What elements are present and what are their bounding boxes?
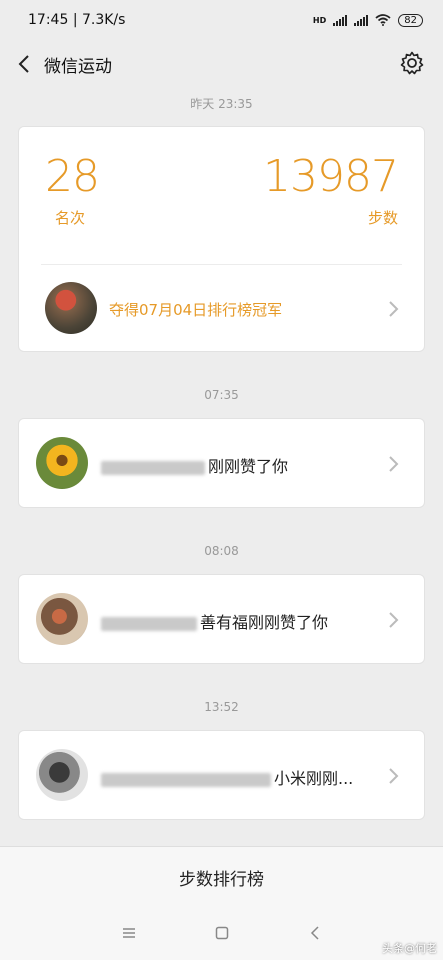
timestamp-like-1: 07:35	[204, 388, 239, 402]
watermark: 头条@何老	[382, 942, 437, 955]
battery-icon: 82	[398, 13, 423, 27]
signal-icon-2	[354, 14, 369, 26]
back-arrow-icon	[18, 55, 29, 73]
like-card-2[interactable]: 善有福刚刚赞了你	[18, 574, 425, 664]
home-icon[interactable]	[215, 926, 229, 940]
blurred-name	[101, 772, 271, 787]
back-button[interactable]	[12, 52, 36, 76]
timestamp-like-2: 08:08	[204, 544, 239, 558]
page-title: 微信运动	[44, 56, 112, 77]
menu-icon[interactable]	[122, 927, 136, 939]
timestamp-rank: 昨天 23:35	[190, 97, 253, 111]
chevron-right-icon	[389, 768, 399, 784]
status-time: 17:45	[28, 12, 69, 28]
rank-label: 名次	[55, 209, 86, 227]
steps-label: 步数	[367, 209, 398, 227]
like-text-3: 小米刚刚...	[101, 765, 353, 789]
blurred-name	[101, 460, 205, 475]
steps-value: 13987	[263, 151, 399, 202]
avatar	[36, 593, 88, 645]
avatar	[36, 749, 88, 801]
settings-gear-icon[interactable]	[399, 50, 425, 76]
champion-text: 夺得07月04日排行榜冠军	[109, 301, 283, 319]
chevron-right-icon	[389, 456, 399, 472]
rank-card[interactable]: 28 名次 13987 步数 夺得07月04日排行榜冠军	[18, 126, 425, 352]
blurred-name	[101, 616, 197, 631]
step-ranking-button[interactable]: 步数排行榜	[0, 847, 443, 907]
wifi-icon	[375, 14, 391, 26]
avatar	[45, 282, 97, 334]
card-divider	[41, 264, 402, 265]
status-right: HD 82	[312, 13, 423, 27]
like-card-1[interactable]: 刚刚赞了你	[18, 418, 425, 508]
chevron-right-icon	[389, 612, 399, 628]
chevron-right-icon	[389, 301, 399, 317]
status-bar: 17:45 | 7.3K/s HD 82	[0, 0, 443, 40]
status-left: 17:45 | 7.3K/s	[28, 12, 126, 28]
rank-value: 28	[45, 151, 100, 202]
bottom-bar: 步数排行榜 头条@何老	[0, 846, 443, 960]
timestamp-like-3: 13:52	[204, 700, 239, 714]
avatar	[36, 437, 88, 489]
like-card-3[interactable]: 小米刚刚...	[18, 730, 425, 820]
signal-icon	[333, 14, 348, 26]
hd-badge: HD	[312, 15, 327, 25]
app-bar: 微信运动	[0, 40, 443, 88]
system-nav-bar	[0, 919, 443, 949]
back-nav-icon[interactable]	[310, 925, 320, 941]
like-text-2: 善有福刚刚赞了你	[101, 609, 328, 633]
network-speed: 7.3K/s	[81, 12, 126, 28]
like-text-1: 刚刚赞了你	[101, 453, 288, 477]
